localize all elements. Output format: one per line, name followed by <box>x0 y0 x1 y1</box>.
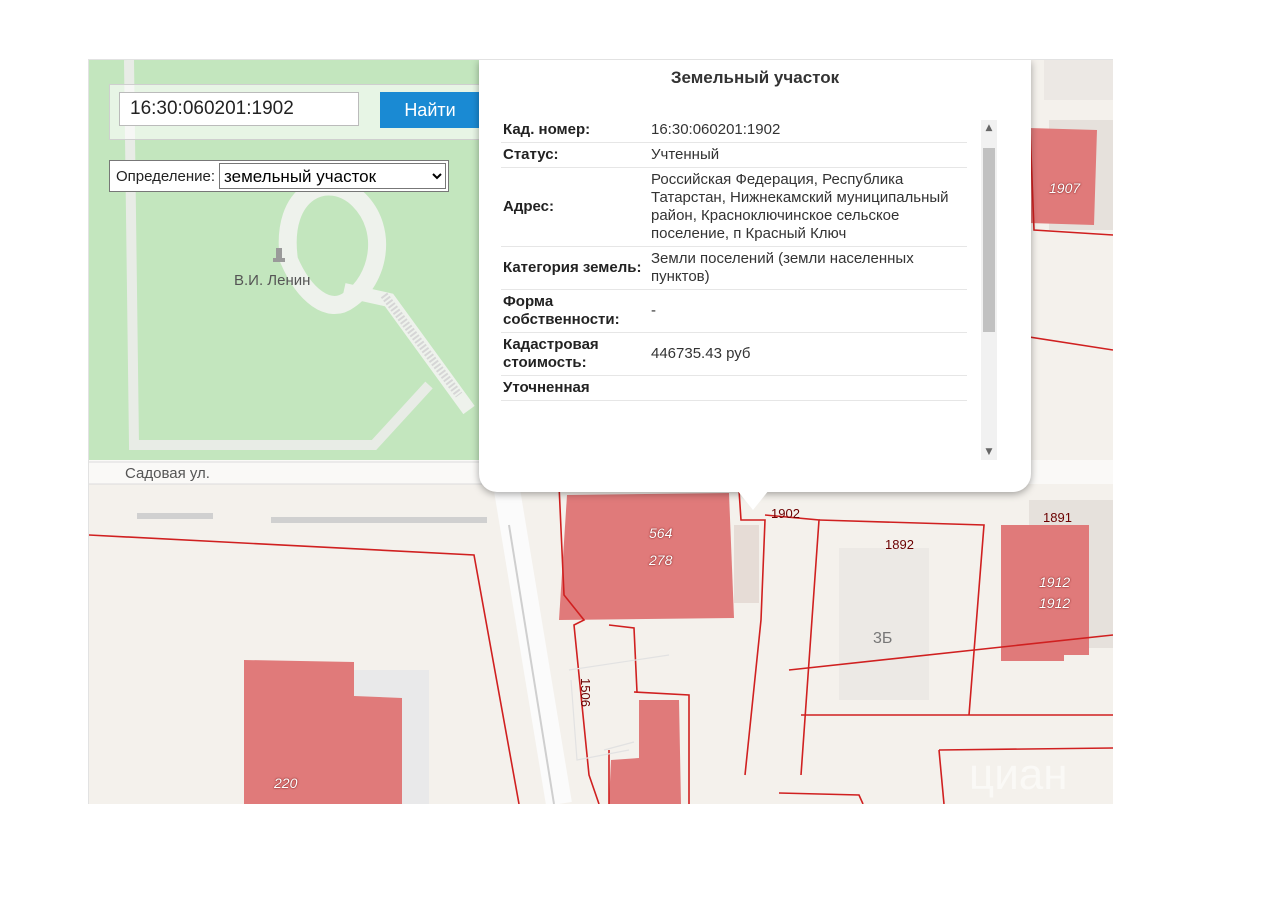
popup-pointer <box>737 490 769 510</box>
vertical-road <box>494 487 572 804</box>
building-number-220: 220 <box>274 775 298 791</box>
info-row: Уточненная <box>501 375 967 401</box>
popup-scrollbar[interactable]: ▲ ▼ <box>981 120 997 460</box>
info-row: Кадастровая стоимость: 446735.43 руб <box>501 332 967 376</box>
info-key: Статус: <box>501 142 649 168</box>
info-key: Кадастровая стоимость: <box>501 332 649 376</box>
info-row: Категория земель: Земли поселений (земли … <box>501 246 967 290</box>
building-number-1907: 1907 <box>1049 180 1081 196</box>
find-button[interactable]: Найти <box>380 92 480 128</box>
watermark: циан <box>969 750 1068 799</box>
building-number-564: 564 <box>649 525 673 541</box>
info-value: - <box>649 289 967 333</box>
plot-number-1506: 1506 <box>578 678 593 707</box>
cadastral-search-input[interactable] <box>119 92 359 126</box>
info-key: Кад. номер: <box>501 118 649 143</box>
building-3b <box>839 548 929 700</box>
info-key: Адрес: <box>501 167 649 247</box>
popup-content[interactable]: Кад. номер: 16:30:060201:1902 Статус: Учтен… <box>501 118 979 462</box>
info-row: Статус: Учтенный <box>501 142 967 168</box>
plot-number-1902: 1902 <box>771 506 800 521</box>
building-1912 <box>1001 525 1089 661</box>
map-view[interactable]: В.И. Ленин Садовая ул. 564 278 1902 1892… <box>88 59 1113 804</box>
plot-number-1892: 1892 <box>885 537 914 552</box>
popup-title: Земельный участок <box>670 68 840 87</box>
scroll-up-arrow-icon[interactable]: ▲ <box>981 120 997 136</box>
info-value: Российская Федерация, Республика Татарст… <box>649 167 967 247</box>
scroll-thumb[interactable] <box>983 148 995 332</box>
building-number-278: 278 <box>649 552 673 568</box>
info-value: 446735.43 руб <box>649 332 967 376</box>
definition-label: Определение: <box>116 167 216 185</box>
house-number-3b: 3Б <box>873 630 893 647</box>
building-564 <box>559 493 734 620</box>
scroll-down-arrow-icon[interactable]: ▼ <box>981 444 997 460</box>
info-key: Категория земель: <box>501 246 649 290</box>
definition-select[interactable]: земельный участок <box>219 163 447 189</box>
search-panel: Найти <box>109 84 485 140</box>
monument-label: В.И. Ленин <box>234 272 311 289</box>
info-value: Земли поселений (земли населенных пункто… <box>649 246 967 290</box>
info-value: Учтенный <box>649 142 967 168</box>
info-row: Форма собственности: - <box>501 289 967 333</box>
info-value <box>649 375 967 401</box>
definition-control: Определение: земельный участок <box>109 160 450 192</box>
street-label: Садовая ул. <box>125 465 210 482</box>
info-value: 16:30:060201:1902 <box>649 118 967 143</box>
info-row: Кад. номер: 16:30:060201:1902 <box>501 118 967 143</box>
building-1907 <box>1029 128 1097 225</box>
info-key: Форма собственности: <box>501 289 649 333</box>
building-number-1912-top: 1912 <box>1039 574 1071 590</box>
plot-number-1891: 1891 <box>1043 510 1072 525</box>
building-number-1912-bottom: 1912 <box>1039 595 1071 611</box>
parcel-info-popup: Земельный участок Кад. номер: 16:30:06020… <box>479 60 1031 492</box>
info-key: Уточненная <box>501 375 649 401</box>
parcel-info-table: Кад. номер: 16:30:060201:1902 Статус: Учтен… <box>501 118 967 401</box>
info-row: Адрес: Российская Федерация, Республика Т… <box>501 167 967 247</box>
